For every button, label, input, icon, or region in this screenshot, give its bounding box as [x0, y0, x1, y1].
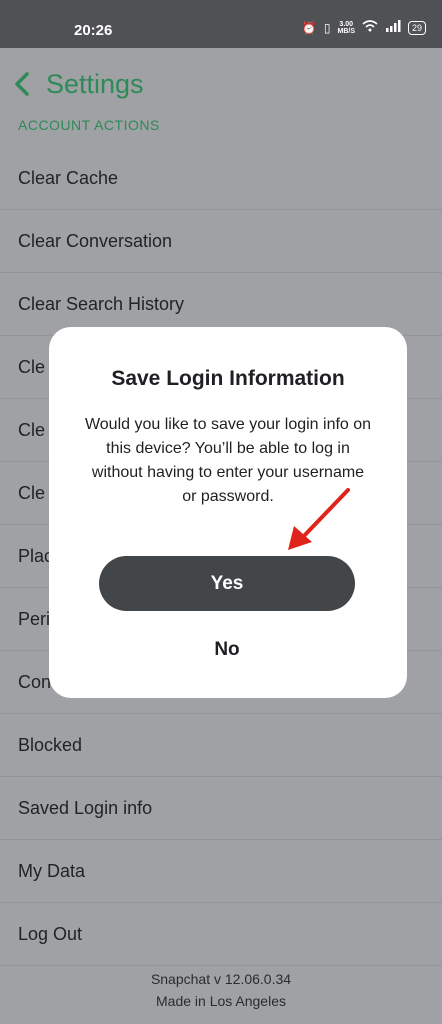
vibrate-icon: ▯: [323, 20, 331, 35]
dialog-title: Save Login Information: [111, 367, 345, 390]
list-item-label: Saved Login info: [18, 798, 153, 818]
list-item-label: Log Out: [18, 924, 83, 944]
list-item-my-data[interactable]: My Data: [0, 841, 442, 903]
status-time: 20:26: [74, 22, 113, 39]
alarm-icon: ⏰: [301, 20, 317, 35]
annotation-arrow-icon: [288, 488, 350, 550]
list-item-saved-login-info[interactable]: Saved Login info: [0, 778, 442, 840]
list-item-label: Clear Search History: [18, 294, 185, 314]
chevron-left-icon[interactable]: [14, 72, 30, 101]
network-speed: 3.00 MB/S: [337, 21, 355, 35]
header: Settings: [0, 48, 442, 120]
status-icons: ⏰ ▯ 3.00 MB/S 29: [302, 20, 426, 35]
list-item-label: Peri: [18, 609, 51, 629]
list-item-log-out[interactable]: Log Out: [0, 904, 442, 966]
list-item-blocked[interactable]: Blocked: [0, 715, 442, 777]
list-item-label: Cle: [18, 420, 46, 440]
no-button[interactable]: No: [99, 632, 355, 668]
list-item-label: Plac: [18, 546, 54, 566]
made-in-text: Made in Los Angeles: [156, 993, 286, 1009]
app-version: Snapchat v 12.06.0.34: [150, 971, 292, 987]
wifi-icon: [362, 20, 378, 35]
page-title: Settings: [46, 69, 144, 99]
list-item-label: My Data: [18, 861, 86, 881]
yes-button[interactable]: Yes: [99, 556, 355, 611]
status-bar: 20:26 ⏰ ▯ 3.00 MB/S 29: [0, 0, 442, 48]
list-item-label: Blocked: [18, 735, 83, 755]
signal-icon: [385, 20, 401, 35]
list-item-clear-conversation[interactable]: Clear Conversation: [0, 211, 442, 273]
list-item-label: Con: [18, 672, 52, 692]
footer: Snapchat v 12.06.0.34 Made in Los Angele…: [0, 968, 442, 1012]
speed-unit: MB/S: [337, 27, 355, 35]
speed-value: 3.00: [339, 20, 354, 28]
list-item-label: Clear Conversation: [18, 231, 173, 251]
list-item-clear-cache[interactable]: Clear Cache: [0, 148, 442, 210]
list-item-label: Cle: [18, 357, 46, 377]
list-item-label: Cle: [18, 483, 46, 503]
list-item-label: Clear Cache: [18, 168, 119, 188]
section-header: ACCOUNT ACTIONS: [18, 117, 160, 133]
battery-icon: 29: [407, 20, 426, 35]
